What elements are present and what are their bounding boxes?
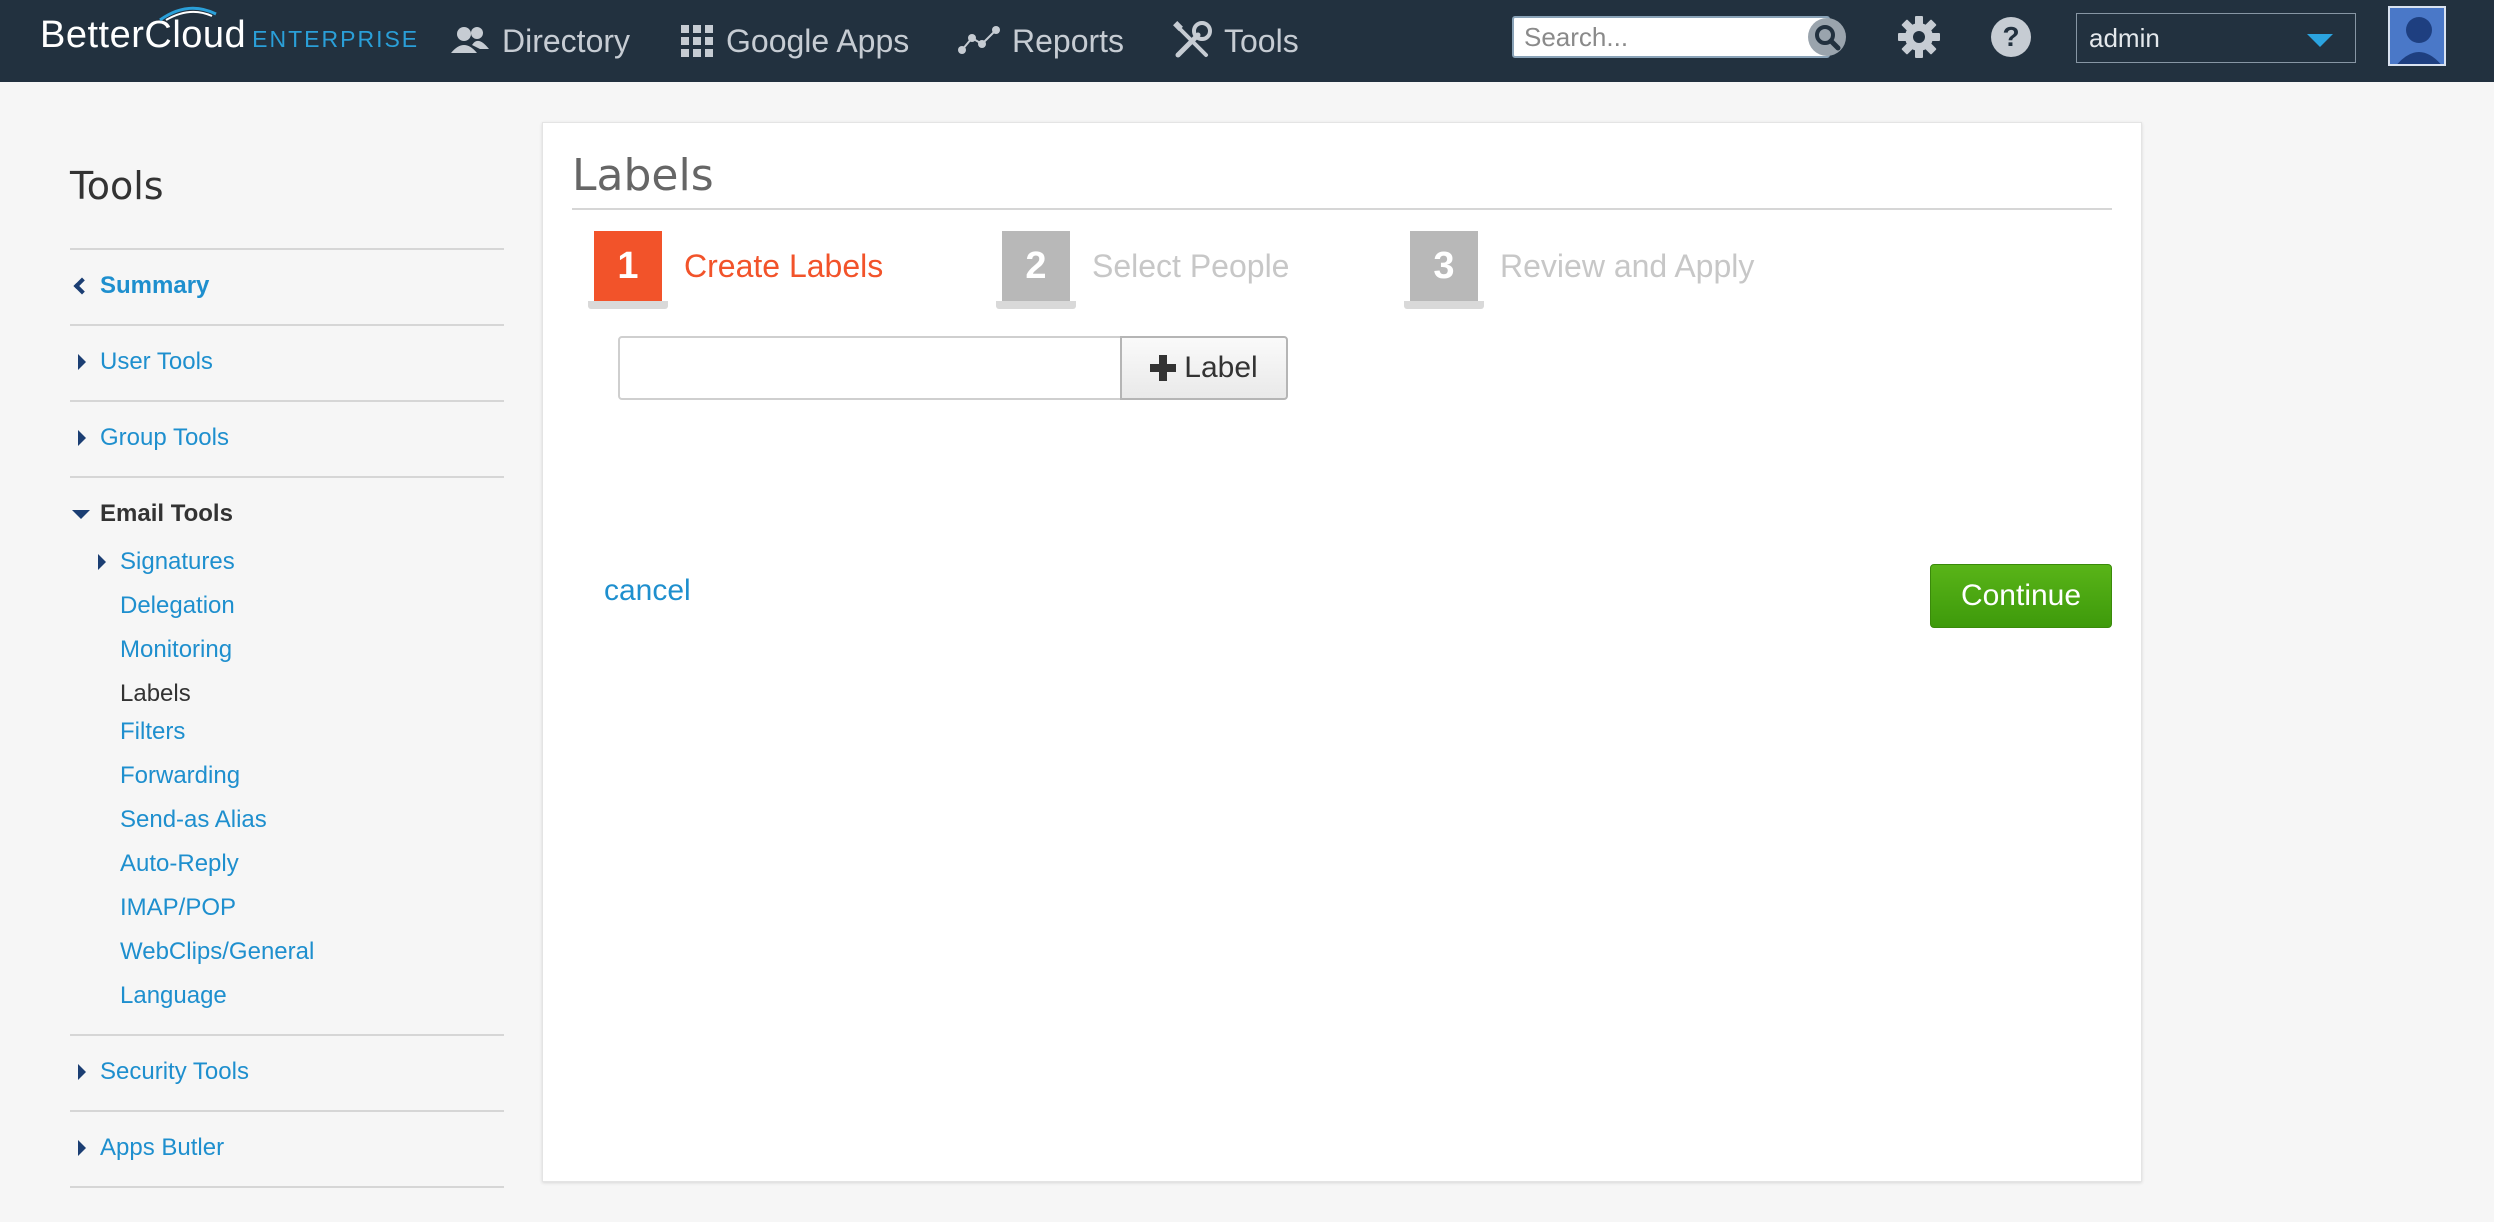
plus-icon [1150,355,1177,381]
wizard-step-3[interactable]: 3 Review and Apply [1404,226,1755,309]
sidebar-item-label: Security Tools [100,1058,249,1085]
cancel-link[interactable]: cancel [604,574,691,608]
gear-icon[interactable] [1896,14,1942,60]
sidebar-subitem-label: WebClips/General [120,938,315,965]
sidebar-divider [70,324,504,326]
sidebar-divider [70,1034,504,1036]
avatar[interactable] [2388,6,2446,66]
continue-button[interactable]: Continue [1930,564,2112,628]
step-label: Create Labels [684,247,884,284]
user-avatar-icon [2390,8,2444,64]
step-number-badge: 2 [996,231,1076,309]
chevron-down-icon [2307,34,2333,47]
sidebar-item-email-tools[interactable]: Email Tools [70,494,233,534]
add-label-button-text: Label [1184,351,1258,384]
nav-reports-label: Reports [1012,22,1125,59]
sidebar-divider [70,476,504,478]
chart-icon [958,26,1000,54]
user-dropdown[interactable]: admin [2076,13,2356,63]
search-input[interactable] [1512,16,1830,58]
sidebar-item-label: Apps Butler [100,1134,225,1161]
sidebar-subitem-label: Auto-Reply [120,850,239,877]
top-nav-bar: BetterCloud ENTERPRISE Directory Google … [0,0,2494,82]
sidebar-divider [70,400,504,402]
sidebar-subitem-signatures[interactable]: Signatures [98,542,235,582]
chevron-left-icon [73,277,91,295]
nav-google-apps[interactable]: Google Apps [680,16,909,66]
sidebar-subitem-label: Filters [120,718,186,745]
logo-sub-text: ENTERPRISE [252,26,420,52]
sidebar-subitem-label: Delegation [120,592,235,619]
people-icon [451,27,489,53]
user-dropdown-value: admin [2089,22,2160,53]
wizard-step-1[interactable]: 1 Create Labels [588,226,884,309]
add-label-button[interactable]: Label [1120,336,1288,400]
sidebar-item-group-tools[interactable]: Group Tools [70,418,229,458]
sidebar-subitem-send-as-alias[interactable]: Send-as Alias [120,800,267,840]
title-divider [572,208,2112,210]
nav-reports[interactable]: Reports [958,16,1124,66]
nav-directory[interactable]: Directory [450,16,630,66]
sidebar-item-label: Group Tools [100,424,229,451]
nav-directory-label: Directory [502,22,631,59]
caret-right-icon [78,430,86,446]
tools-icon [1173,21,1212,58]
logo-swoosh-icon [159,6,217,22]
sidebar-subitem-label: Send-as Alias [120,806,267,833]
sidebar-subitem-auto-reply[interactable]: Auto-Reply [120,844,239,884]
step-number-badge: 3 [1404,231,1484,309]
nav-google-apps-label: Google Apps [726,22,910,59]
sidebar-divider [70,248,504,250]
sidebar-title: Tools [70,164,164,208]
sidebar-subitem-label: Monitoring [120,636,233,663]
sidebar-subitem-monitoring[interactable]: Monitoring [120,630,232,670]
sidebar-subitem-label: Forwarding [120,762,241,789]
sidebar-item-summary[interactable]: Summary [70,266,209,306]
grid-icon [681,25,713,57]
new-label-input[interactable] [618,336,1122,400]
caret-right-icon [78,1140,86,1156]
sidebar-subitem-delegation[interactable]: Delegation [120,586,235,626]
wizard-step-2[interactable]: 2 Select People [996,226,1290,309]
sidebar-item-label: Email Tools [100,500,233,527]
sidebar-subitem-forwarding[interactable]: Forwarding [120,756,240,796]
caret-down-icon [72,509,90,519]
sidebar-item-user-tools[interactable]: User Tools [70,342,213,382]
caret-right-icon [98,554,106,570]
search-icon[interactable] [1806,16,1848,58]
caret-right-icon [78,354,86,370]
sidebar-divider [70,1186,504,1188]
sidebar-subitem-imap-pop[interactable]: IMAP/POP [120,888,236,928]
sidebar-subitem-filters[interactable]: Filters [120,712,185,752]
sidebar-divider [70,1110,504,1112]
help-icon[interactable]: ? [1988,14,2034,60]
sidebar-subitem-webclips[interactable]: WebClips/General [120,932,314,972]
step-label: Review and Apply [1500,247,1755,284]
page-title: Labels [572,150,714,201]
sidebar-subitem-labels-current[interactable]: Labels [120,674,191,714]
sidebar-item-security-tools[interactable]: Security Tools [70,1052,249,1092]
nav-tools-label: Tools [1224,22,1299,59]
sidebar-subitem-label: Labels [120,680,191,707]
sidebar-item-apps-butler[interactable]: Apps Butler [70,1128,224,1168]
sidebar-subitem-label: Signatures [120,548,235,575]
caret-right-icon [78,1064,86,1080]
nav-tools[interactable]: Tools [1172,16,1299,66]
step-number-badge: 1 [588,231,668,309]
sidebar-item-label: Summary [100,272,210,299]
bettercloud-logo[interactable]: BetterCloud ENTERPRISE [40,6,420,64]
sidebar-subitem-label: IMAP/POP [120,894,237,921]
step-label: Select People [1092,247,1290,284]
svg-text:?: ? [2002,21,2019,52]
sidebar-subitem-language[interactable]: Language [120,976,227,1016]
sidebar-subitem-label: Language [120,982,227,1009]
sidebar-item-label: User Tools [100,348,213,375]
